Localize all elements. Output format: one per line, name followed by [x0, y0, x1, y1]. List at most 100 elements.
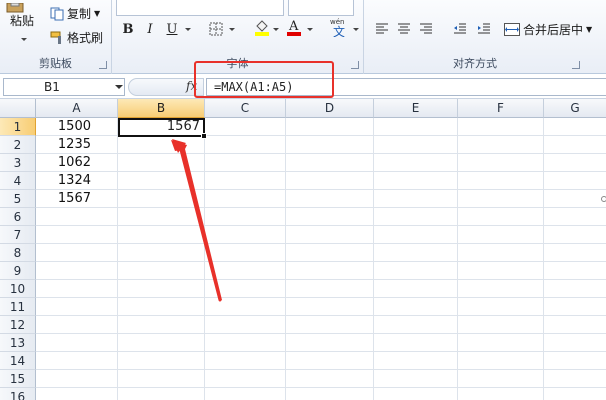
scroll-handle[interactable]: [601, 196, 606, 202]
copy-icon: [50, 7, 64, 21]
row-header-9[interactable]: 9: [0, 262, 36, 280]
cell-a3[interactable]: 1062: [36, 154, 117, 172]
paste-text: 粘贴: [10, 14, 35, 28]
formula-bar: B1 fx =MAX(A1:A5): [0, 75, 606, 99]
row-header-7[interactable]: 7: [0, 226, 36, 244]
font-color-dropdown-icon[interactable]: [307, 28, 313, 31]
align-left-icon: [376, 23, 388, 34]
copy-label: 复制: [67, 7, 92, 21]
row-header-1[interactable]: 1: [0, 118, 36, 136]
column-header-a[interactable]: A: [36, 99, 118, 118]
cell-a4[interactable]: 1324: [36, 172, 117, 190]
font-group: B I U A wén 文 字体: [112, 0, 364, 74]
row-header-8[interactable]: 8: [0, 244, 36, 262]
gridline: [36, 153, 606, 154]
increase-indent-icon: [478, 23, 490, 34]
row-header-6[interactable]: 6: [0, 208, 36, 226]
border-dropdown-icon[interactable]: [229, 28, 235, 31]
paste-dropdown-icon[interactable]: [21, 38, 27, 41]
alignment-group: 合并后居中 ▼ 对齐方式: [364, 0, 606, 74]
gridline: [36, 387, 606, 388]
alignment-group-label: 对齐方式: [453, 57, 497, 70]
gridline: [204, 118, 205, 400]
format-painter-icon: [50, 31, 64, 45]
italic-button[interactable]: I: [140, 19, 160, 39]
svg-text:A: A: [288, 19, 299, 34]
align-center-button[interactable]: [394, 19, 414, 39]
row-header-14[interactable]: 14: [0, 352, 36, 370]
clipboard-launcher-icon[interactable]: [99, 61, 107, 69]
font-group-label: 字体: [226, 57, 249, 70]
gridline: [36, 189, 606, 190]
fill-color-dropdown-icon[interactable]: [273, 28, 279, 31]
cell-a1[interactable]: 1500: [36, 118, 117, 136]
format-painter-label: 格式刷: [67, 31, 104, 45]
worksheet-grid[interactable]: A B C D E F G 1 2 3 4 5 6 7 8 9 10 11 12…: [0, 99, 606, 400]
gridline: [36, 315, 606, 316]
border-icon: [209, 22, 223, 36]
name-box-dropdown-icon[interactable]: [115, 85, 123, 89]
bold-button[interactable]: B: [118, 19, 138, 39]
underline-button[interactable]: U: [162, 19, 182, 39]
font-color-button[interactable]: A: [284, 17, 304, 37]
column-header-b[interactable]: B: [118, 99, 205, 118]
svg-text:文: 文: [333, 24, 345, 37]
align-center-icon: [398, 23, 410, 34]
format-painter-button[interactable]: 格式刷: [50, 29, 103, 46]
increase-indent-button[interactable]: [474, 19, 494, 39]
underline-dropdown-icon[interactable]: [185, 28, 191, 31]
phonetic-dropdown-icon[interactable]: [353, 28, 359, 31]
column-header-c[interactable]: C: [205, 99, 286, 118]
clipboard-group: 粘贴 复制 ▼ 格式刷 剪贴板: [0, 0, 112, 74]
select-all-corner[interactable]: [0, 99, 36, 118]
column-header-e[interactable]: E: [374, 99, 458, 118]
merge-center-button[interactable]: 合并后居中 ▼: [504, 21, 592, 38]
name-box[interactable]: B1: [3, 78, 125, 96]
fill-handle[interactable]: [201, 133, 207, 139]
column-header-f[interactable]: F: [458, 99, 544, 118]
font-color-icon: A: [287, 19, 301, 36]
align-right-button[interactable]: [416, 19, 436, 39]
column-header-g[interactable]: G: [544, 99, 606, 118]
gridline: [36, 225, 606, 226]
row-header-4[interactable]: 4: [0, 172, 36, 190]
decrease-indent-button[interactable]: [450, 19, 470, 39]
name-box-value: B1: [44, 80, 60, 94]
copy-dropdown-icon[interactable]: ▼: [94, 9, 100, 18]
copy-button[interactable]: 复制 ▼: [50, 5, 100, 22]
merge-center-label: 合并后居中: [523, 23, 584, 37]
font-name-box[interactable]: [116, 0, 284, 16]
phonetic-icon: wén 文: [330, 18, 345, 37]
row-header-10[interactable]: 10: [0, 280, 36, 298]
align-left-button[interactable]: [372, 19, 392, 39]
align-right-icon: [420, 23, 432, 34]
formula-input[interactable]: =MAX(A1:A5): [206, 78, 606, 96]
row-header-13[interactable]: 13: [0, 334, 36, 352]
row-header-12[interactable]: 12: [0, 316, 36, 334]
column-header-d[interactable]: D: [286, 99, 374, 118]
row-header-5[interactable]: 5: [0, 190, 36, 208]
font-launcher-icon[interactable]: [351, 61, 359, 69]
alignment-launcher-icon[interactable]: [572, 61, 580, 69]
gridline: [36, 243, 606, 244]
row-header-15[interactable]: 15: [0, 370, 36, 388]
cell-a2[interactable]: 1235: [36, 136, 117, 154]
cell-a5[interactable]: 1567: [36, 190, 117, 208]
merge-center-dropdown-icon[interactable]: ▼: [586, 25, 592, 34]
paste-label[interactable]: 粘贴: [10, 12, 34, 29]
gridline: [36, 351, 606, 352]
row-header-16[interactable]: 16: [0, 388, 36, 400]
row-header-2[interactable]: 2: [0, 136, 36, 154]
phonetic-button[interactable]: wén 文: [328, 17, 352, 37]
fill-bucket-icon: [255, 20, 269, 36]
gridline: [36, 207, 606, 208]
font-size-box[interactable]: [288, 0, 354, 16]
row-header-11[interactable]: 11: [0, 298, 36, 316]
insert-function-icon[interactable]: fx: [186, 79, 197, 93]
row-header-3[interactable]: 3: [0, 154, 36, 172]
gridline: [36, 333, 606, 334]
gridline: [373, 118, 374, 400]
fill-color-button[interactable]: [252, 17, 272, 37]
gridline: [36, 369, 606, 370]
border-button[interactable]: [206, 19, 226, 39]
